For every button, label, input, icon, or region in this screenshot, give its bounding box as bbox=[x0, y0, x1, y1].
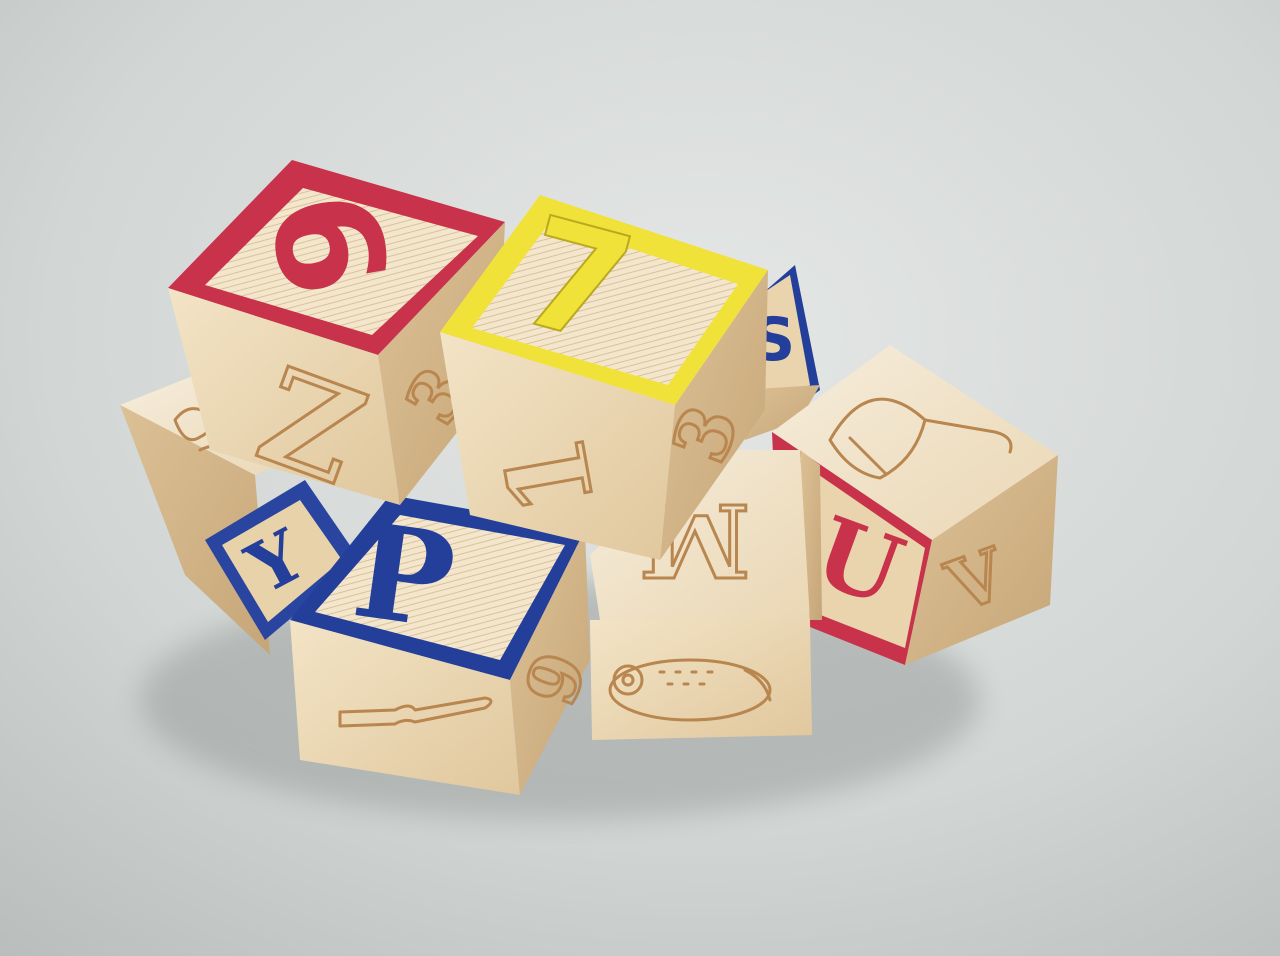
photo-scene: Y S U V M P 9 6 Z 3 7 1 3 bbox=[0, 0, 1280, 956]
